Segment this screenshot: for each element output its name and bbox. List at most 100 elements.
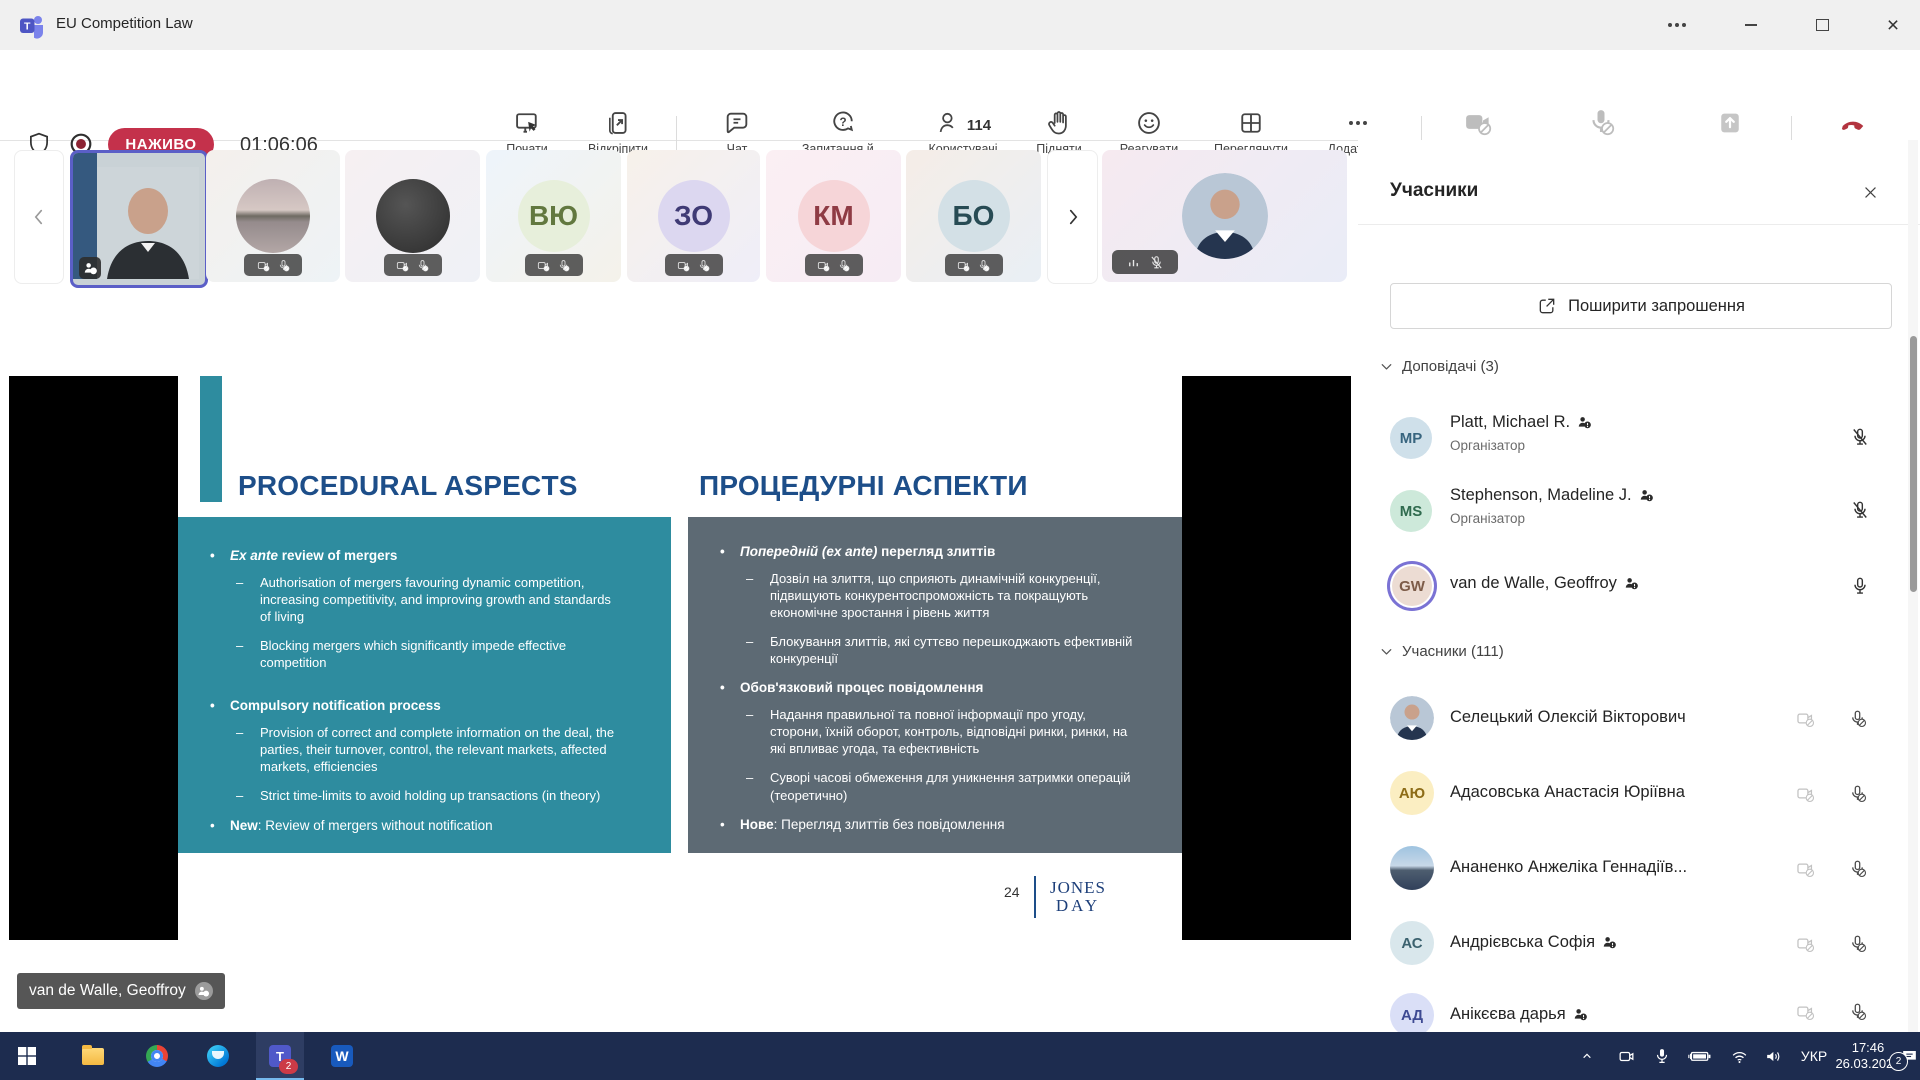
tray-mic-icon[interactable] <box>1646 1032 1678 1080</box>
spotlight-tile[interactable] <box>1102 150 1347 282</box>
teams-notification-badge: 2 <box>279 1059 298 1074</box>
camera-off-icon <box>677 259 690 272</box>
mic-muted-icon[interactable] <box>1850 500 1870 520</box>
share-invite-icon <box>1537 296 1557 316</box>
avatar-tile[interactable]: БО <box>906 150 1041 282</box>
avatar-tile[interactable] <box>206 150 340 282</box>
mic-off-icon <box>837 259 850 272</box>
tray-expand-icon[interactable] <box>1572 1032 1602 1080</box>
mic-muted-icon[interactable] <box>1850 427 1870 447</box>
chrome-icon[interactable] <box>133 1032 181 1080</box>
attendee-badge-icon <box>195 982 213 1000</box>
notification-count-badge: 2 <box>1889 1052 1908 1071</box>
toolbar-view[interactable]: Переглянути <box>1206 107 1296 156</box>
chevron-down-icon[interactable] <box>1378 358 1395 375</box>
mic-off-icon[interactable] <box>1848 784 1867 803</box>
toolbar-participants[interactable]: 114 Користувачі <box>918 107 1008 156</box>
mic-muted-icon <box>1149 255 1164 270</box>
speakers-section-header[interactable]: Доповідачі (3) <box>1402 358 1499 375</box>
unpin-icon <box>573 107 663 137</box>
avatar: MS <box>1390 490 1432 532</box>
video-tile-presenter[interactable] <box>70 150 208 288</box>
strip-scroll-right[interactable] <box>1047 150 1098 284</box>
more-icon[interactable] <box>1648 0 1706 50</box>
toolbar-qa[interactable]: ? Запитання й... <box>798 107 888 156</box>
window-titlebar: T EU Competition Law × <box>0 0 1920 50</box>
close-icon[interactable] <box>1856 178 1884 206</box>
slide-body-en: Ex ante review of mergers Authorisation … <box>178 517 671 853</box>
start-icon[interactable] <box>3 1032 51 1080</box>
avatar-tile[interactable]: КМ <box>766 150 901 282</box>
volume-level-icon <box>1126 255 1141 270</box>
chevron-down-icon[interactable] <box>1378 643 1395 660</box>
panel-title: Учасники <box>1390 180 1478 202</box>
toolbar-start-share[interactable]: Почати <box>482 107 572 156</box>
avatar-initials: БО <box>938 180 1010 252</box>
toolbar-unpin[interactable]: Відкріпити <box>573 107 663 156</box>
people-icon <box>935 110 962 137</box>
avatar: АЮ <box>1390 771 1434 815</box>
avatar-initials: ВЮ <box>518 180 590 252</box>
tray-camera-icon[interactable] <box>1610 1032 1642 1080</box>
camera-off-icon[interactable] <box>1796 784 1815 803</box>
file-explorer-icon[interactable] <box>69 1032 117 1080</box>
toolbar-raise-hand[interactable]: Підняти <box>1014 107 1104 156</box>
react-icon <box>1104 107 1194 137</box>
attendees-section-header[interactable]: Учасники (111) <box>1402 643 1504 660</box>
maximize-icon[interactable] <box>1793 0 1851 50</box>
action-center-icon[interactable]: 2 <box>1898 1032 1920 1080</box>
mic-off-icon[interactable] <box>1848 934 1867 953</box>
active-speaker-label: van de Walle, Geoffroy <box>17 973 225 1009</box>
camera-off-icon[interactable] <box>1796 709 1815 728</box>
scrollbar[interactable] <box>1908 140 1918 1032</box>
avatar-tile[interactable]: ЗО <box>627 150 760 282</box>
minimize-icon[interactable] <box>1722 0 1780 50</box>
camera-off-icon <box>957 259 970 272</box>
avatar: АС <box>1390 921 1434 965</box>
avatar-tile[interactable] <box>345 150 480 282</box>
avatar-tile[interactable]: ВЮ <box>486 150 621 282</box>
divider <box>1358 224 1920 225</box>
tray-battery-icon[interactable] <box>1682 1032 1718 1080</box>
camera-off-icon <box>1433 107 1523 137</box>
edge-icon[interactable] <box>194 1032 242 1080</box>
screen-share-icon <box>482 107 572 137</box>
participant-count: 114 <box>967 117 991 137</box>
strip-scroll-left[interactable] <box>14 150 64 284</box>
toolbar-react[interactable]: Реагувати <box>1104 107 1194 156</box>
avatar-initials: ЗО <box>658 180 730 252</box>
share-invite-button[interactable]: Поширити запрошення <box>1390 283 1892 329</box>
mic-off-icon <box>1556 107 1646 137</box>
mic-off-icon[interactable] <box>1848 859 1867 878</box>
word-icon[interactable]: W <box>318 1032 366 1080</box>
camera-off-icon[interactable] <box>1796 1002 1815 1021</box>
close-icon[interactable]: × <box>1864 0 1920 50</box>
avatar: АД <box>1390 993 1434 1037</box>
share-up-icon <box>1685 107 1775 137</box>
qa-icon: ? <box>798 107 888 137</box>
mic-on-icon[interactable] <box>1850 576 1870 596</box>
tray-wifi-icon[interactable] <box>1722 1032 1756 1080</box>
slide-body-uk: Попередній (ex ante) перегляд злиттів До… <box>688 517 1182 853</box>
teams-logo-icon: T <box>18 12 45 39</box>
mic-off-icon <box>697 259 710 272</box>
view-grid-icon <box>1206 107 1296 137</box>
tray-speaker-icon[interactable] <box>1756 1032 1790 1080</box>
camera-off-icon[interactable] <box>1796 934 1815 953</box>
hang-up-icon <box>1808 107 1898 137</box>
attendee-badge-icon <box>1602 935 1617 950</box>
logo-divider <box>1034 876 1036 918</box>
jones-day-logo: JONES DAY <box>1050 879 1106 915</box>
participants-panel: Учасники Поширити запрошення Доповідачі … <box>1358 140 1920 1032</box>
presenter-video-feed <box>97 167 199 279</box>
mic-off-icon <box>416 259 429 272</box>
teams-icon[interactable]: T 2 <box>256 1032 304 1080</box>
camera-off-icon[interactable] <box>1796 859 1815 878</box>
scrollbar-thumb[interactable] <box>1910 336 1917 592</box>
language-indicator[interactable]: УКР <box>1792 1032 1836 1080</box>
toolbar-chat[interactable]: Чат <box>692 107 782 156</box>
attendee-badge-icon <box>79 257 101 279</box>
windows-taskbar: T 2 W УКР 17:4626.03.2026 2 <box>0 1032 1920 1080</box>
mic-off-icon[interactable] <box>1848 709 1867 728</box>
mic-off-icon[interactable] <box>1848 1002 1867 1021</box>
